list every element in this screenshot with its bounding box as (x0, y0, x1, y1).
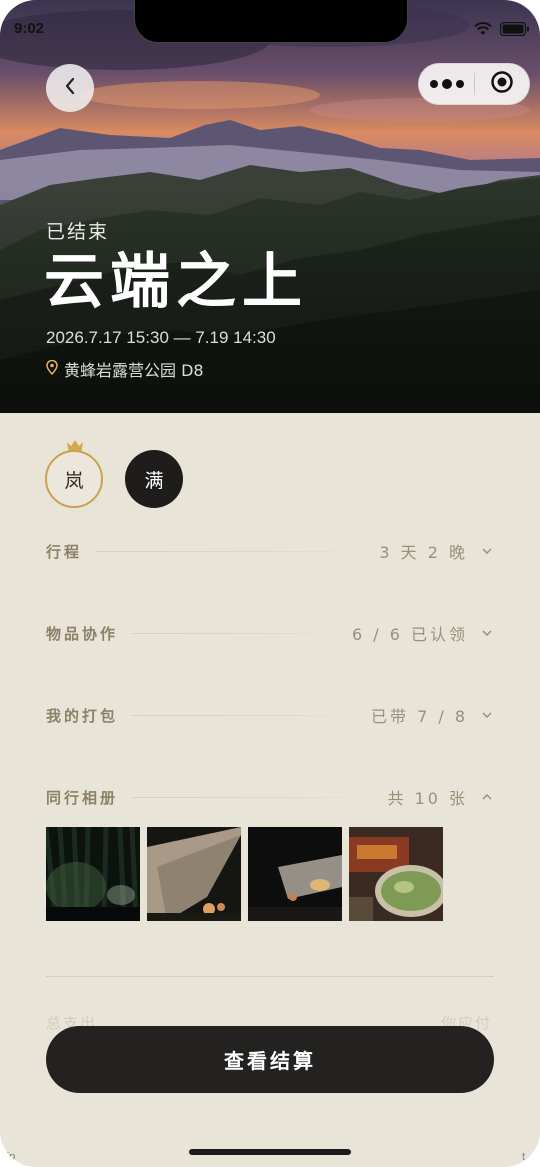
home-indicator (189, 1149, 351, 1155)
section-my-packing[interactable]: 我的打包 已带 7 / 8 (46, 703, 492, 727)
member-name: 岚 (64, 469, 84, 492)
chevron-down-icon (482, 548, 492, 554)
section-itinerary[interactable]: 行程 3 天 2 晚 (46, 539, 492, 563)
status-bar-icons (474, 22, 530, 36)
chevron-left-icon (64, 77, 76, 99)
hero-banner: 9:02 已结束 云端之上 2026.7.17 15:30 — 7.19 14:… (0, 0, 540, 413)
more-options-button[interactable] (419, 64, 474, 104)
phone-screen: 9:02 已结束 云端之上 2026.7.17 15:30 — 7.19 14:… (0, 0, 540, 1167)
more-dots-icon (441, 79, 452, 89)
chevron-up-icon (482, 794, 492, 800)
album-photo-thumbnail[interactable] (46, 827, 140, 921)
album-photo-thumbnail[interactable] (147, 827, 241, 921)
section-label: 物品协作 (46, 624, 119, 643)
section-shared-album[interactable]: 同行相册 共 10 张 (46, 785, 492, 809)
device-notch (134, 0, 408, 43)
section-divider-line (96, 550, 366, 552)
mini-program-capsule (418, 63, 530, 105)
corner-text-left: trip (0, 1151, 16, 1163)
chevron-down-icon (482, 712, 492, 718)
wifi-icon (474, 22, 492, 36)
section-value: 已带 7 / 8 (370, 707, 468, 726)
album-photo-thumbnail[interactable] (248, 827, 342, 921)
trip-title: 云端之上 (44, 247, 308, 317)
trip-dates: 2026.7.17 15:30 — 7.19 14:30 (46, 328, 276, 347)
section-label: 行程 (46, 542, 83, 561)
corner-text-right: t (522, 1151, 526, 1163)
album-photo-thumbnail[interactable] (349, 827, 443, 921)
section-value: 共 10 张 (387, 789, 468, 808)
section-value: 3 天 2 晚 (379, 543, 468, 562)
member-avatar[interactable]: 满 (125, 450, 183, 508)
back-button[interactable] (46, 64, 94, 112)
hero-landscape-image (0, 0, 540, 413)
section-divider-line (132, 632, 338, 634)
close-mini-program-button[interactable] (475, 64, 529, 104)
member-name: 满 (144, 469, 164, 492)
section-divider-line (132, 714, 357, 716)
more-dots-icon (429, 80, 438, 88)
section-label: 同行相册 (46, 788, 119, 807)
more-dots-icon (455, 80, 464, 88)
section-divider-line (132, 796, 374, 798)
summary-divider (46, 976, 494, 977)
target-circle-icon (490, 70, 514, 98)
chevron-down-icon (482, 630, 492, 636)
section-label: 我的打包 (46, 706, 119, 725)
album-photo-strip (46, 827, 443, 921)
battery-icon (500, 22, 530, 36)
section-gear-collaboration[interactable]: 物品协作 6 / 6 已认领 (46, 621, 492, 645)
trip-location-text: 黄蜂岩露营公园 D8 (64, 361, 204, 380)
status-bar-time: 9:02 (14, 20, 45, 37)
member-avatar-host[interactable]: 岚 (45, 450, 103, 508)
section-value: 6 / 6 已认领 (351, 625, 468, 644)
location-pin-icon (46, 359, 58, 379)
trip-status-label: 已结束 (46, 221, 110, 243)
trip-location: 黄蜂岩露营公园 D8 (46, 357, 204, 381)
view-settlement-button[interactable]: 查看结算 (46, 1026, 494, 1093)
